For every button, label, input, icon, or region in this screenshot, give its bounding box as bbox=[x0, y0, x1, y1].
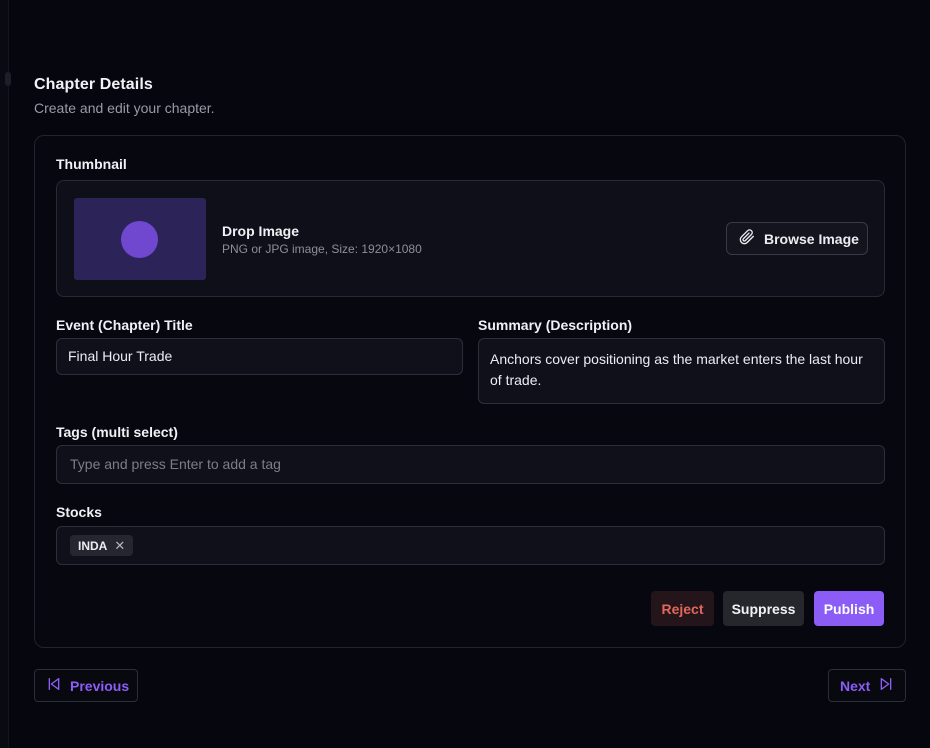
summary-textarea[interactable]: Anchors cover positioning as the market … bbox=[478, 338, 885, 404]
page-subtitle: Create and edit your chapter. bbox=[34, 100, 215, 116]
suppress-button[interactable]: Suppress bbox=[723, 591, 804, 626]
title-label: Event (Chapter) Title bbox=[56, 317, 193, 333]
thumbnail-placeholder-circle bbox=[121, 221, 158, 258]
stocks-multiselect[interactable]: INDA ✕ bbox=[56, 526, 885, 565]
stock-chip: INDA ✕ bbox=[70, 535, 134, 556]
thumbnail-label: Thumbnail bbox=[56, 156, 127, 172]
previous-label: Previous bbox=[70, 677, 130, 694]
chapter-title-input[interactable]: Final Hour Trade bbox=[56, 338, 463, 375]
stocks-label: Stocks bbox=[56, 504, 102, 520]
drop-image-hint: PNG or JPG image, Size: 1920×1080 bbox=[222, 242, 422, 256]
skip-back-icon bbox=[46, 676, 62, 695]
summary-label: Summary (Description) bbox=[478, 317, 633, 333]
next-label: Next bbox=[840, 677, 871, 694]
paperclip-icon bbox=[739, 229, 755, 248]
stock-chip-label: INDA bbox=[78, 538, 108, 553]
sidebar-handle[interactable] bbox=[5, 72, 11, 86]
next-button[interactable]: Next bbox=[828, 669, 906, 702]
browse-image-label: Browse Image bbox=[764, 230, 859, 247]
page-title: Chapter Details bbox=[34, 76, 153, 93]
thumbnail-dropzone[interactable]: Drop Image PNG or JPG image, Size: 1920×… bbox=[56, 180, 885, 297]
remove-chip-icon[interactable]: ✕ bbox=[114, 538, 125, 554]
publish-button[interactable]: Publish bbox=[814, 591, 884, 626]
browse-image-button[interactable]: Browse Image bbox=[726, 222, 868, 255]
thumbnail-preview bbox=[74, 198, 206, 280]
skip-forward-icon bbox=[878, 676, 894, 695]
tags-input[interactable]: Type and press Enter to add a tag bbox=[56, 445, 885, 484]
chapter-details-page: Chapter Details Create and edit your cha… bbox=[0, 0, 930, 748]
tags-label: Tags (multi select) bbox=[56, 424, 178, 440]
sidebar-edge bbox=[0, 0, 11, 748]
chapter-form-card: Thumbnail Drop Image PNG or JPG image, S… bbox=[34, 135, 906, 648]
previous-button[interactable]: Previous bbox=[34, 669, 138, 702]
reject-button[interactable]: Reject bbox=[651, 591, 714, 626]
drop-image-title: Drop Image bbox=[222, 223, 300, 239]
